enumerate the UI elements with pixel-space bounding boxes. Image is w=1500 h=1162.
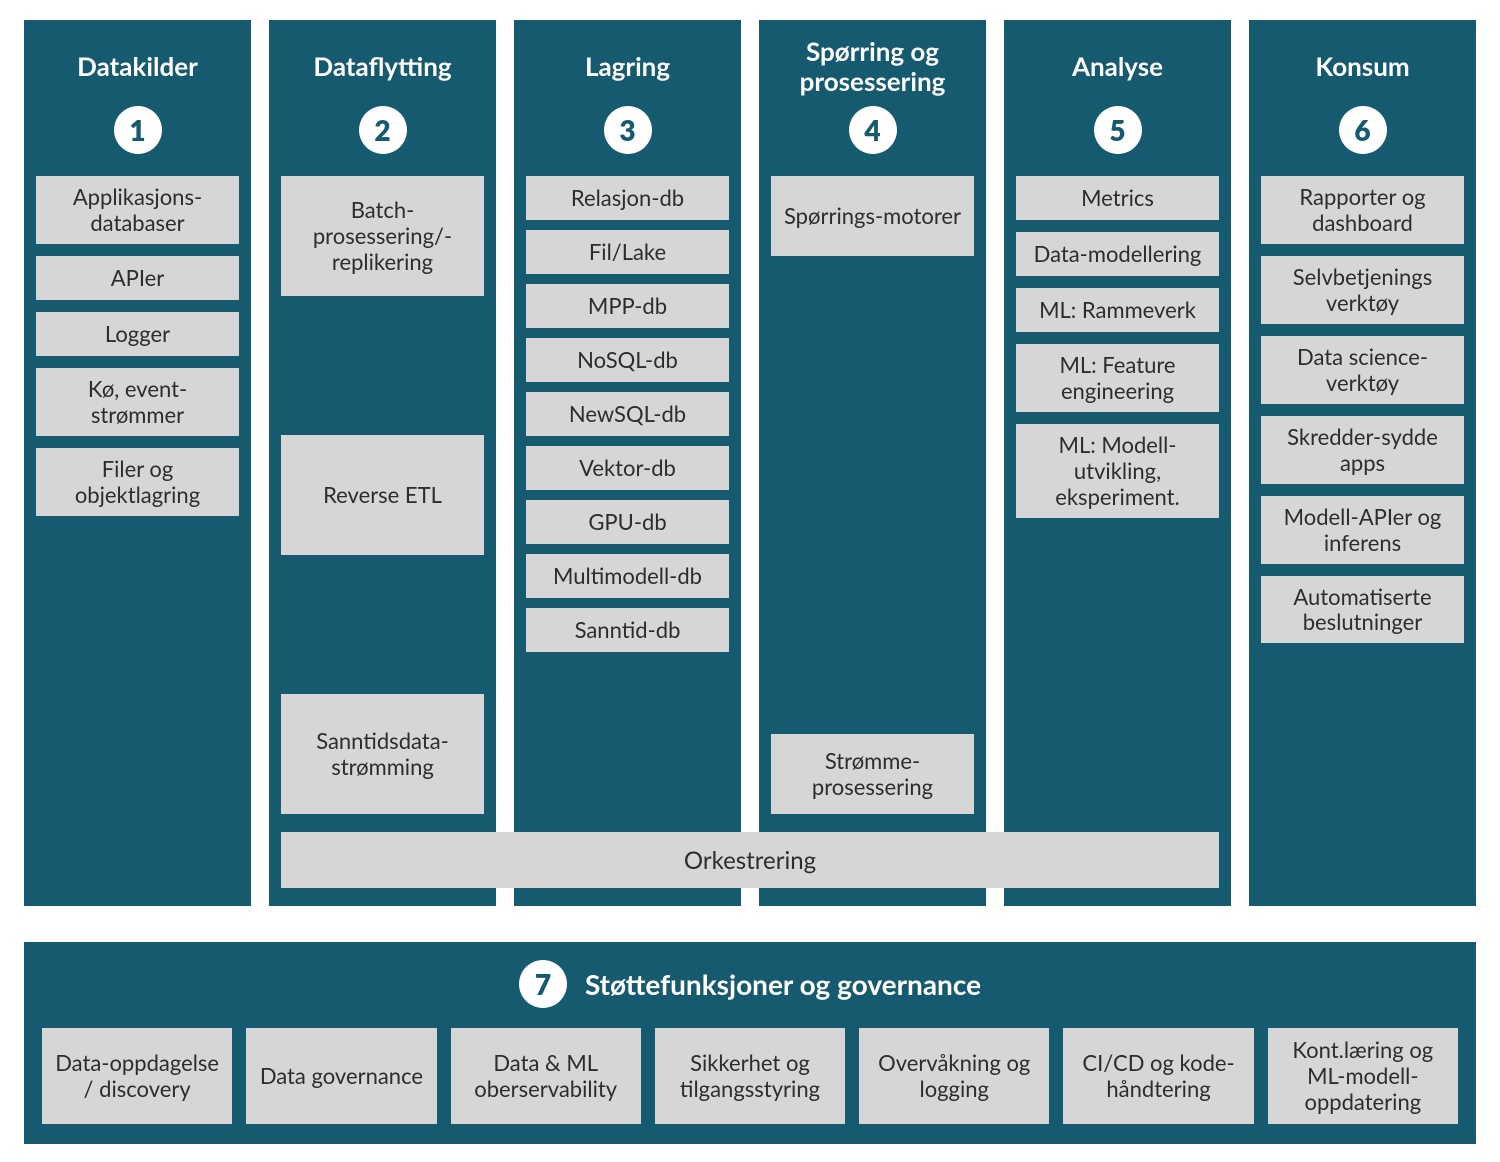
column-items: Rapporter og dashboard Selvbetjenings ve… [1261,176,1464,888]
column-title: Analyse [1072,34,1163,100]
column-number-badge: 3 [604,106,652,154]
item-applikasjonsdatabaser: Applikasjons-databaser [36,176,239,244]
top-columns-row: Datakilder 1 Applikasjons-databaser APIe… [24,20,1476,906]
item-relasjon-db: Relasjon-db [526,176,729,220]
item-datascience-verktoy: Data science-verktøy [1261,336,1464,404]
item-apier: APIer [36,256,239,300]
item-sporringsmotorer: Spørrings-motorer [771,176,974,256]
item-mpp-db: MPP-db [526,284,729,328]
bottom-header: 7 Støttefunksjoner og governance [42,960,1458,1008]
item-kontlaering-mlmodell: Kont.læring og ML-modell-oppdatering [1268,1028,1458,1124]
item-vektor-db: Vektor-db [526,446,729,490]
column-datakilder: Datakilder 1 Applikasjons-databaser APIe… [24,20,251,906]
item-datamodellering: Data-modellering [1016,232,1219,276]
column-title: Datakilder [77,34,198,100]
column-dataflytting: Dataflytting 2 Batch-prosessering/-repli… [269,20,496,906]
item-metrics: Metrics [1016,176,1219,220]
column-sporring-prosessering: Spørring og prosessering 4 Spørrings-mot… [759,20,986,906]
column-number-badge: 1 [114,106,162,154]
bottom-title: Støttefunksjoner og governance [585,967,981,1001]
item-modell-apier-inferens: Modell-APIer og inferens [1261,496,1464,564]
item-reverse-etl: Reverse ETL [281,435,484,555]
column-items: Spørrings-motorer Strømme-prosessering [771,176,974,888]
item-sanntidsdata-stromming: Sanntidsdata-strømming [281,694,484,814]
column-number-badge: 5 [1094,106,1142,154]
item-ml-modellutvikling: ML: Modell-utvikling, eksperiment. [1016,424,1219,518]
column-lagring: Lagring 3 Relasjon-db Fil/Lake MPP-db No… [514,20,741,906]
item-fil-lake: Fil/Lake [526,230,729,274]
spacer [771,268,974,722]
item-filer-objektlagring: Filer og objektlagring [36,448,239,516]
column-title: Dataflytting [313,34,451,100]
column-items: Applikasjons-databaser APIer Logger Kø, … [36,176,239,888]
column-items: Relasjon-db Fil/Lake MPP-db NoSQL-db New… [526,176,729,888]
bottom-section: 7 Støttefunksjoner og governance Data-op… [24,942,1476,1144]
bottom-number-badge: 7 [519,960,567,1008]
item-sanntid-db: Sanntid-db [526,608,729,652]
orkestrering-bar: Orkestrering [281,832,1219,888]
item-rapporter-dashboard: Rapporter og dashboard [1261,176,1464,244]
column-title: Lagring [585,34,670,100]
item-nosql-db: NoSQL-db [526,338,729,382]
item-newsql-db: NewSQL-db [526,392,729,436]
item-overvakning-logging: Overvåkning og logging [859,1028,1049,1124]
column-number-badge: 6 [1339,106,1387,154]
column-title: Spørring og prosessering [771,34,974,100]
column-title: Konsum [1315,34,1409,100]
item-ml-feature-engineering: ML: Feature engineering [1016,344,1219,412]
item-automatiserte-beslutninger: Automatiserte beslutninger [1261,576,1464,644]
item-selvbetjeningsverktoy: Selvbetjenings verktøy [1261,256,1464,324]
item-stromme-prosessering: Strømme-prosessering [771,734,974,814]
column-analyse: Analyse 5 Metrics Data-modellering ML: R… [1004,20,1231,906]
item-gpu-db: GPU-db [526,500,729,544]
item-batch-prosessering: Batch-prosessering/-replikering [281,176,484,296]
column-konsum: Konsum 6 Rapporter og dashboard Selvbetj… [1249,20,1476,906]
item-cicd-kodehandtering: CI/CD og kode-håndtering [1063,1028,1253,1124]
item-sikkerhet-tilgangsstyring: Sikkerhet og tilgangsstyring [655,1028,845,1124]
item-data-governance: Data governance [246,1028,436,1124]
item-multimodell-db: Multimodell-db [526,554,729,598]
column-items: Metrics Data-modellering ML: Rammeverk M… [1016,176,1219,888]
item-ko-eventstrommer: Kø, event-strømmer [36,368,239,436]
column-items: Batch-prosessering/-replikering Reverse … [281,176,484,888]
item-ml-rammeverk: ML: Rammeverk [1016,288,1219,332]
item-skreddersydde-apps: Skredder-sydde apps [1261,416,1464,484]
item-data-ml-observability: Data & ML oberservability [451,1028,641,1124]
column-number-badge: 2 [359,106,407,154]
bottom-items: Data-oppdagelse / discovery Data governa… [42,1028,1458,1124]
item-data-oppdagelse: Data-oppdagelse / discovery [42,1028,232,1124]
column-number-badge: 4 [849,106,897,154]
item-logger: Logger [36,312,239,356]
